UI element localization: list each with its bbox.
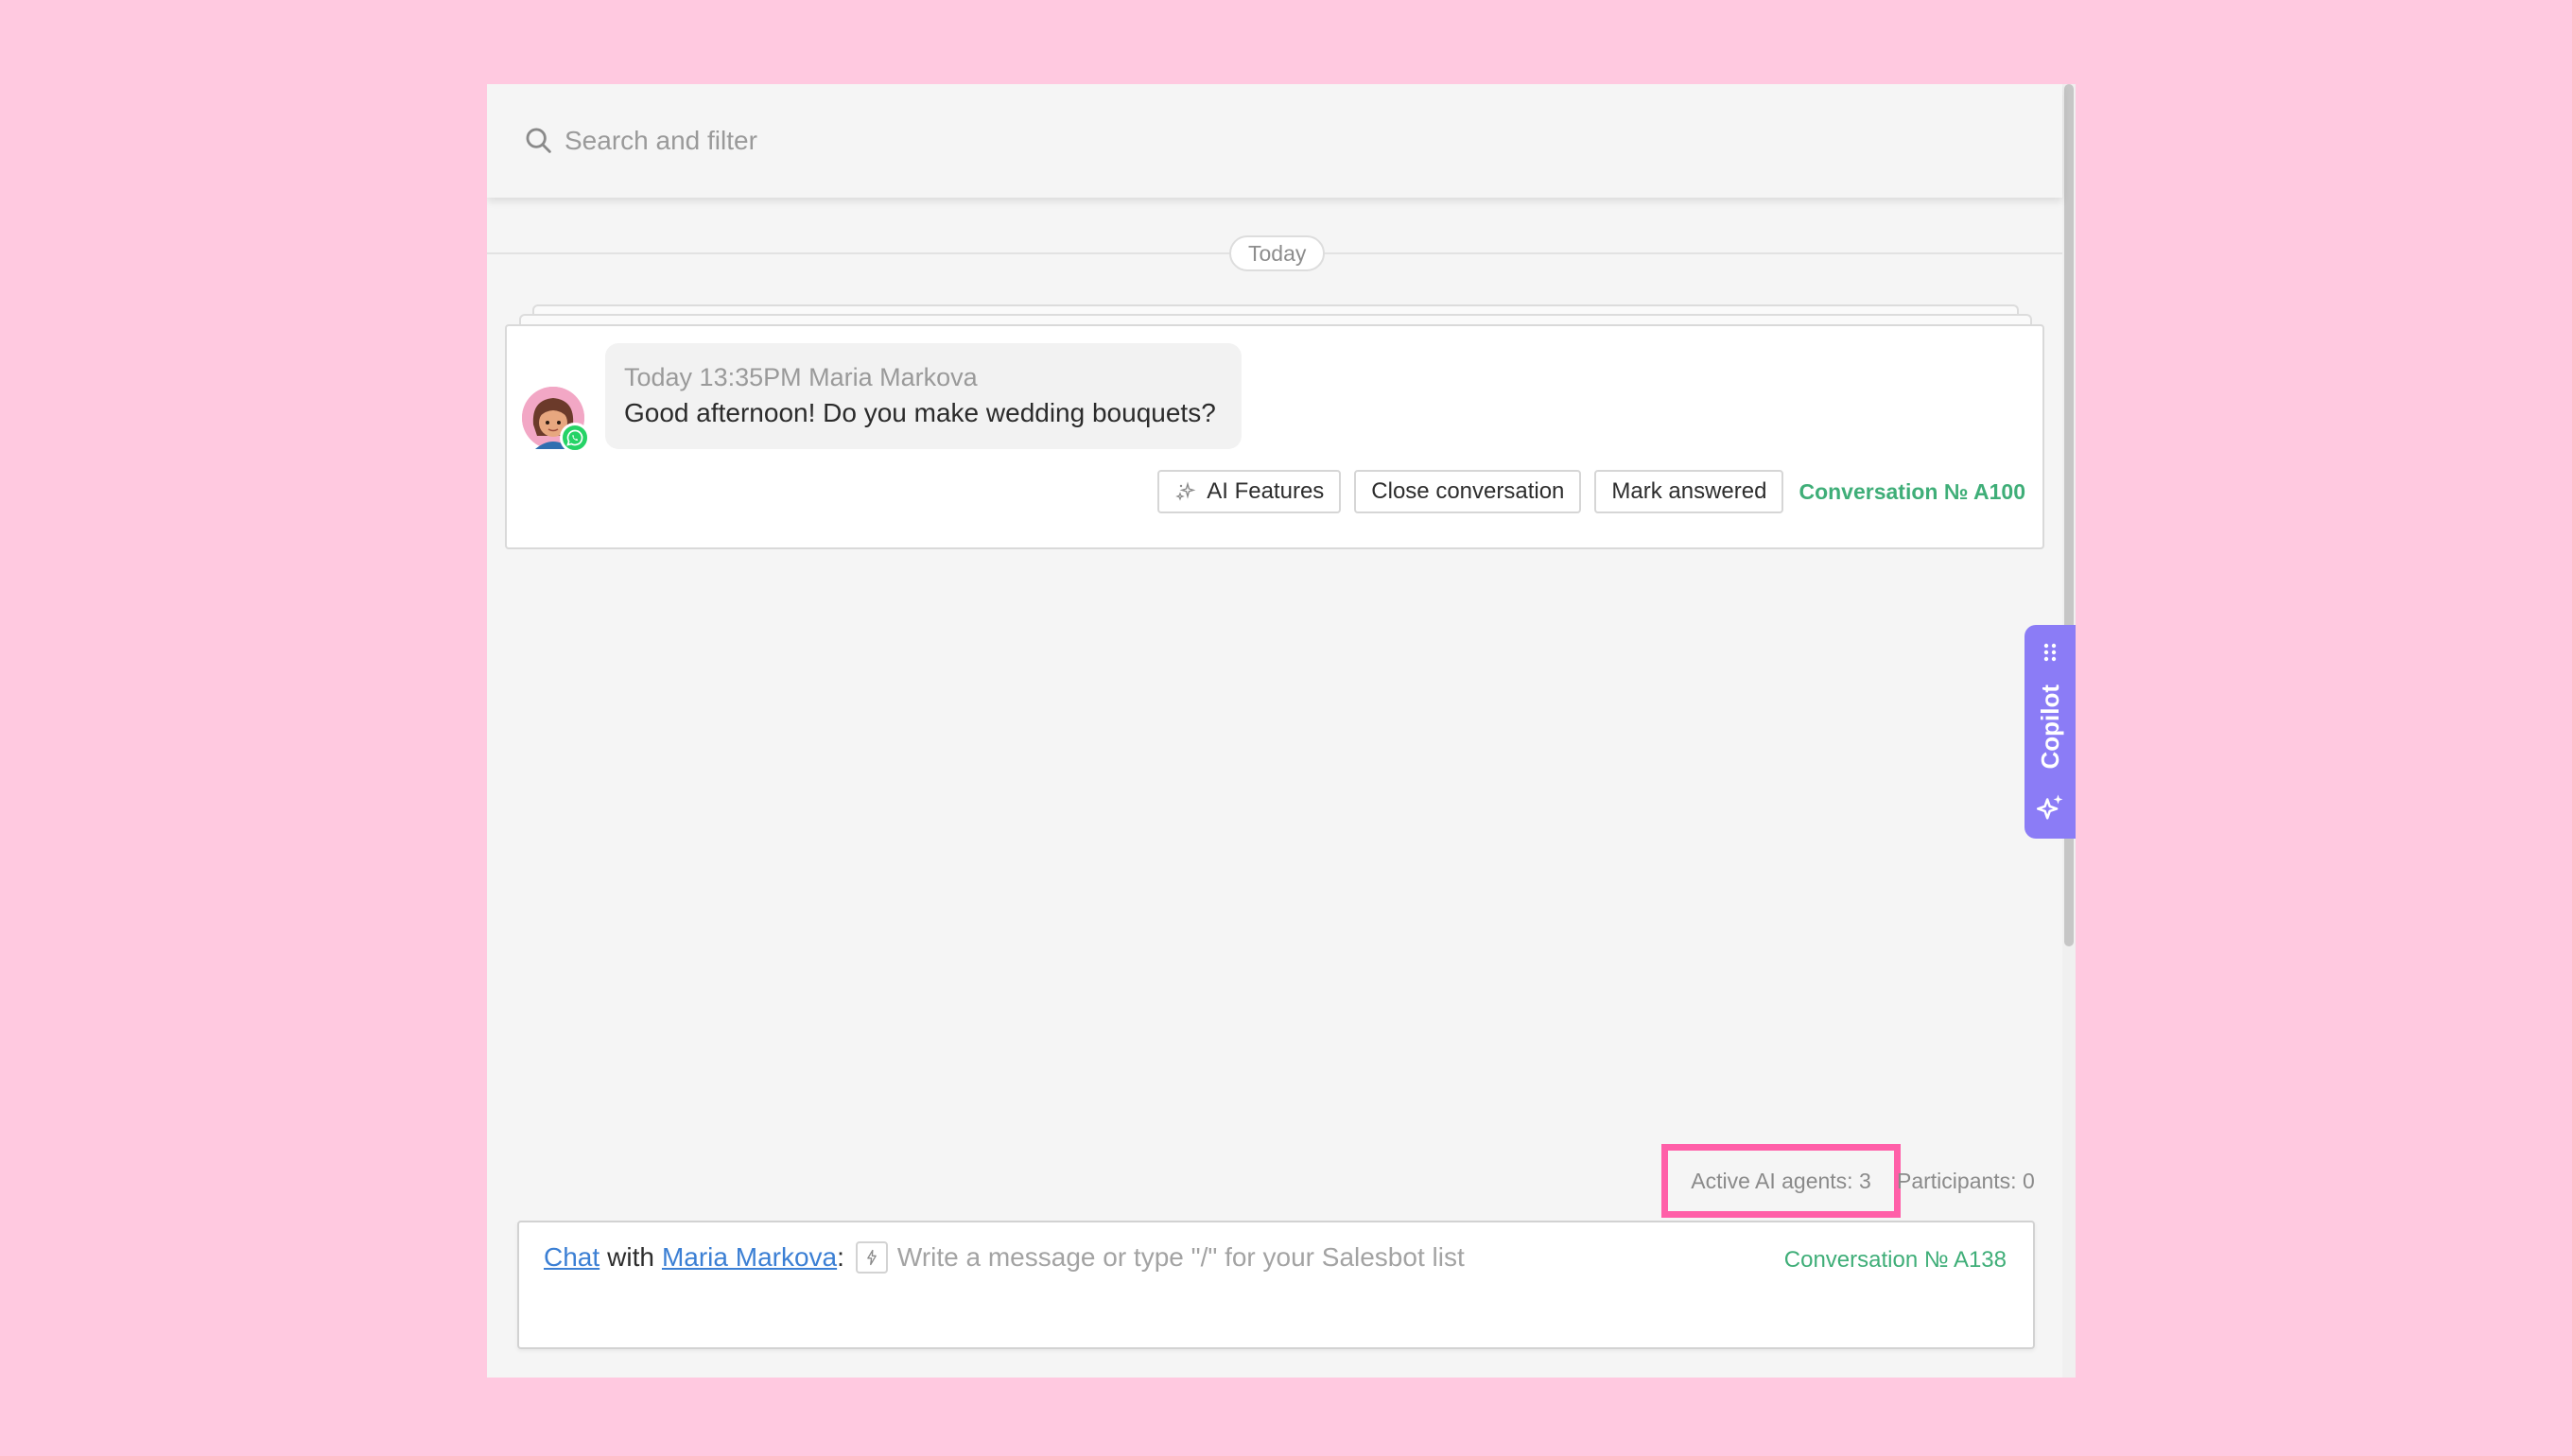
message-text: Good afternoon! Do you make wedding bouq…	[624, 398, 1216, 427]
copilot-label: Copilot	[2035, 685, 2064, 770]
message-input[interactable]: Write a message or type "/" for your Sal…	[897, 1242, 1465, 1273]
active-ai-agents[interactable]: Active AI agents: 3	[1661, 1144, 1901, 1218]
message-actions: AI Features Close conversation Mark answ…	[1157, 470, 2025, 513]
avatar[interactable]	[522, 387, 590, 453]
status-row: Active AI agents: 3 Participants: 0	[1661, 1144, 2035, 1218]
date-label: Today	[1229, 235, 1326, 271]
drag-handle-icon[interactable]	[2042, 642, 2059, 663]
close-conversation-button[interactable]: Close conversation	[1354, 470, 1582, 513]
composer-conversation-number[interactable]: Conversation № A138	[1784, 1247, 2007, 1274]
message-bubble: Today 13:35PM Maria Markova Good afterno…	[605, 343, 1242, 449]
ai-features-button[interactable]: AI Features	[1157, 470, 1342, 513]
search-icon	[526, 128, 551, 153]
copilot-tab[interactable]: Copilot	[2025, 625, 2076, 839]
message-card: Today 13:35PM Maria Markova Good afterno…	[505, 324, 2044, 549]
whatsapp-icon	[560, 423, 590, 453]
composer-line: Chat with Maria Markova : Write a messag…	[544, 1241, 1465, 1274]
participants-count[interactable]: Participants: 0	[1897, 1169, 2035, 1194]
ai-features-label: AI Features	[1207, 478, 1325, 504]
colon: :	[837, 1242, 844, 1272]
with-label: with	[607, 1242, 654, 1272]
contact-link[interactable]: Maria Markova	[662, 1242, 837, 1273]
chat-link[interactable]: Chat	[544, 1242, 600, 1273]
search-input[interactable]: Search and filter	[565, 126, 757, 156]
message-meta: Today 13:35PM Maria Markova	[624, 363, 978, 391]
sparkles-icon	[2036, 794, 2063, 820]
sparkles-icon	[1175, 481, 1196, 501]
message-composer[interactable]: Chat with Maria Markova : Write a messag…	[517, 1221, 2035, 1349]
conversation-link[interactable]: Conversation № A100	[1799, 479, 2025, 505]
lightning-icon[interactable]	[855, 1241, 888, 1274]
mark-answered-button[interactable]: Mark answered	[1594, 470, 1784, 513]
search-bar[interactable]: Search and filter	[487, 84, 2062, 198]
